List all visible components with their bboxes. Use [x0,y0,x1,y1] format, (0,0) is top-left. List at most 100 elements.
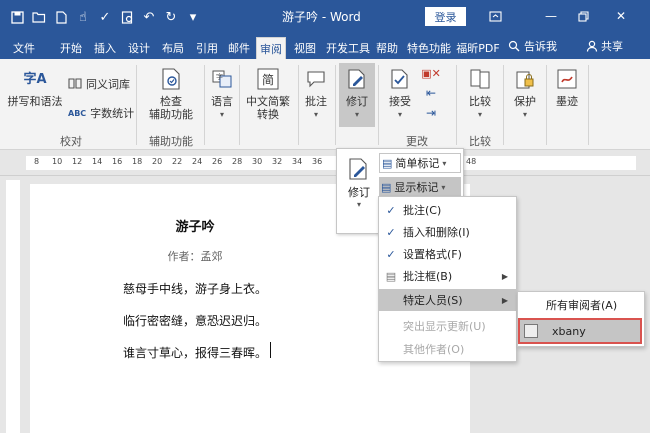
protect-label: 保护 [514,95,536,108]
menu-item-comments[interactable]: ✓ 批注(C) [379,199,516,221]
title-bar: ☝ ✓ ↶ ↻ ▾ 游子吟 - Word 登录 — ✕ [0,0,650,34]
language-button[interactable]: 字 语言 ▾ [207,65,237,121]
menu-item-specific-people[interactable]: 特定人员(S) ▶ [379,289,516,311]
login-button[interactable]: 登录 [425,7,466,26]
horizontal-ruler[interactable]: 8 10 12 14 16 18 20 22 24 26 28 30 32 34… [0,150,650,176]
ruler-tick: 32 [272,157,283,166]
menu-item-insertions-deletions[interactable]: ✓ 插入和删除(I) [379,221,516,243]
reject-button[interactable]: ▣✕ [420,67,442,80]
group-compare-label: 比较 [469,135,491,148]
chinese-conversion-label: 中文简繁 转换 [246,95,290,121]
group-changes-label: 更改 [406,135,428,148]
svg-text:简: 简 [262,73,274,87]
spelling-grammar-icon: 字A [23,71,47,87]
close-icon[interactable]: ✕ [610,5,632,27]
tell-me-search[interactable]: 告诉我 [508,36,557,56]
menu-item-reviewer-xbany[interactable]: xbany [518,318,642,344]
tab-foxit-pdf[interactable]: 福昕PDF [454,37,502,59]
show-markup-button[interactable]: ▤ 显示标记 ▾ [379,177,461,197]
ruler-tick: 30 [252,157,263,166]
text-cursor [270,342,271,358]
tab-review[interactable]: 审阅 [256,37,286,59]
menu-item-formatting[interactable]: ✓ 设置格式(F) [379,243,516,265]
accept-button[interactable]: 接受 ▾ [385,65,415,121]
poem-line: 谁言寸草心，报得三春晖。 [122,346,267,360]
ribbon-display-options-icon[interactable] [484,5,506,27]
open-folder-icon[interactable] [28,7,50,27]
markup-mode-select[interactable]: ▤ 简单标记 ▾ [379,153,461,173]
language-icon: 字 [209,65,235,93]
track-changes-menu-button[interactable]: 修订 ▾ [341,157,377,209]
ink-button[interactable]: 墨迹 [551,65,583,108]
tab-help[interactable]: 帮助 [372,37,402,59]
redo-icon[interactable]: ↻ [160,7,182,27]
reviewer-checkbox[interactable] [524,324,538,338]
vertical-ruler[interactable] [0,176,26,433]
tab-file[interactable]: 文件 [8,37,40,59]
customize-qat-icon[interactable]: ▾ [182,7,204,27]
previous-change-button[interactable]: ⇤ [420,87,442,100]
previous-change-icon: ⇤ [425,86,437,100]
group-separator [204,65,205,145]
ruler-tick: 48 [466,157,477,166]
language-label: 语言 [211,95,233,108]
next-change-button[interactable]: ⇥ [420,107,442,120]
menu-item-all-reviewers[interactable]: 所有审阅者(A) [518,294,644,316]
person-icon [586,40,598,52]
poem-title: 游子吟 [175,220,215,235]
minimize-icon[interactable]: — [540,5,562,27]
chevron-down-icon: ▾ [477,110,482,119]
tab-developer[interactable]: 开发工具 [322,37,374,59]
spelling-grammar-button[interactable]: 字A 拼写和语法 [4,65,66,109]
comment-button[interactable]: 批注 ▾ [300,65,332,121]
tab-insert[interactable]: 插入 [90,37,120,59]
save-icon[interactable] [6,7,28,27]
quick-access-toolbar: ☝ ✓ ↶ ↻ ▾ [6,7,204,27]
word-count-button[interactable]: ABC 字数统计 [68,105,134,121]
compare-label: 比较 [469,95,491,108]
share-label: 共享 [601,40,623,53]
chinese-conversion-button[interactable]: 简 中文简繁 转换 [240,65,296,121]
ruler-tick: 16 [112,157,123,166]
accept-label: 接受 [389,95,411,108]
undo-icon[interactable]: ↶ [138,7,160,27]
tab-references[interactable]: 引用 [192,37,222,59]
tab-mailings[interactable]: 邮件 [224,37,254,59]
spelling-check-icon[interactable]: ✓ [94,7,116,27]
poem-line: 临行密密缝，意恐迟迟归。 [122,314,267,328]
chevron-down-icon: ▾ [356,200,361,209]
group-separator [298,65,299,145]
menu-item-label: 设置格式(F) [403,248,462,261]
track-changes-menu-label: 修订 [348,186,370,199]
thesaurus-button[interactable]: 同义词库 [68,76,130,92]
menu-item-other-authors[interactable]: 其他作者(O) [379,338,516,360]
menu-item-balloons[interactable]: ▤ 批注框(B) ▶ [379,265,516,287]
checkmark-icon: ✓ [386,203,396,217]
tell-me-label: 告诉我 [524,40,557,53]
menu-item-highlight-updates[interactable]: 突出显示更新(U) [379,315,516,337]
track-changes-button[interactable]: 修订 ▾ [339,63,375,127]
submenu-arrow-icon: ▶ [501,271,508,281]
window-title: 游子吟 - Word [282,10,361,24]
ruler-tick: 18 [132,157,143,166]
lock-icon [512,65,538,93]
chevron-down-icon: ▾ [313,110,318,119]
tab-design[interactable]: 设计 [124,37,154,59]
show-markup-menu: ✓ 批注(C) ✓ 插入和删除(I) ✓ 设置格式(F) ▤ 批注框(B) ▶ … [378,196,517,362]
tab-view[interactable]: 视图 [290,37,320,59]
traditional-simplified-icon: 简 [255,65,281,93]
ruler-tick: 22 [172,157,183,166]
ruler-tick: 20 [152,157,163,166]
share-button[interactable]: 共享 [586,36,623,56]
protect-button[interactable]: 保护 ▾ [509,65,541,121]
compare-button[interactable]: 比较 ▾ [464,65,496,121]
comment-label: 批注 [305,95,327,108]
tab-home[interactable]: 开始 [56,37,86,59]
new-document-icon[interactable] [50,7,72,27]
check-accessibility-button[interactable]: 检查 辅助功能 [143,65,199,121]
tab-layout[interactable]: 布局 [158,37,188,59]
touch-mode-icon[interactable]: ☝ [72,7,94,27]
tab-special-features[interactable]: 特色功能 [404,37,454,59]
print-preview-icon[interactable] [116,7,138,27]
restore-icon[interactable] [572,5,594,27]
